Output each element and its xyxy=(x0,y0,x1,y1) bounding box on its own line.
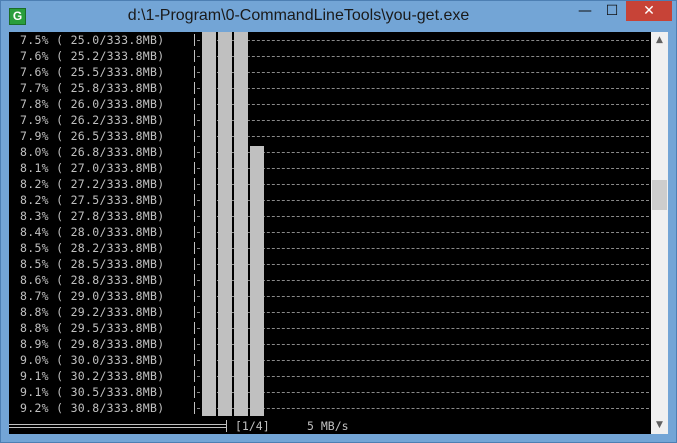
progress-bar-edge xyxy=(194,338,195,350)
progress-lines: 7.5% ( 25.0/333.8MB) 7.6% ( 25.2/333.8MB)… xyxy=(9,32,651,416)
download-speed: 5 MB/s xyxy=(307,419,349,433)
progress-bar-edge xyxy=(194,210,195,222)
progress-line: 7.8% ( 26.0/333.8MB) xyxy=(9,96,651,112)
progress-line: 8.4% ( 28.0/333.8MB) xyxy=(9,224,651,240)
progress-text: 8.2% ( 27.5/333.8MB) xyxy=(20,193,165,207)
title-bar[interactable]: G d:\1-Program\0-CommandLineTools\you-ge… xyxy=(1,1,676,32)
progress-bar-edge xyxy=(194,66,195,78)
progress-blocks xyxy=(202,32,282,416)
progress-text: 7.6% ( 25.5/333.8MB) xyxy=(20,65,165,79)
progress-line: 7.6% ( 25.5/333.8MB) xyxy=(9,64,651,80)
file-counter: [1/4] xyxy=(235,419,270,433)
progress-line: 9.2% ( 30.8/333.8MB) xyxy=(9,400,651,416)
progress-line: 8.3% ( 27.8/333.8MB) xyxy=(9,208,651,224)
progress-text: 7.9% ( 26.2/333.8MB) xyxy=(20,113,165,127)
progress-text: 8.1% ( 27.0/333.8MB) xyxy=(20,161,165,175)
status-tick xyxy=(226,420,227,432)
progress-text: 9.0% ( 30.0/333.8MB) xyxy=(20,353,165,367)
progress-text: 8.9% ( 29.8/333.8MB) xyxy=(20,337,165,351)
progress-text: 8.5% ( 28.2/333.8MB) xyxy=(20,241,165,255)
scroll-up-arrow-icon[interactable]: ▲ xyxy=(651,32,668,49)
progress-bar-edge xyxy=(194,242,195,254)
progress-bar-edge xyxy=(194,370,195,382)
status-line: [1/4] 5 MB/s xyxy=(9,418,651,434)
progress-text: 9.1% ( 30.2/333.8MB) xyxy=(20,369,165,383)
progress-bar-edge xyxy=(194,226,195,238)
progress-text: 8.8% ( 29.5/333.8MB) xyxy=(20,321,165,335)
close-button[interactable]: ✕ xyxy=(626,1,672,21)
app-icon[interactable]: G xyxy=(9,8,26,25)
scroll-down-arrow-icon[interactable]: ▼ xyxy=(651,417,668,434)
window-title: d:\1-Program\0-CommandLineTools\you-get.… xyxy=(127,7,470,24)
progress-line: 8.6% ( 28.8/333.8MB) xyxy=(9,272,651,288)
progress-line: 7.5% ( 25.0/333.8MB) xyxy=(9,32,651,48)
progress-bar-edge xyxy=(194,258,195,270)
progress-line: 8.5% ( 28.2/333.8MB) xyxy=(9,240,651,256)
console-window: G d:\1-Program\0-CommandLineTools\you-ge… xyxy=(0,0,677,443)
vertical-scrollbar[interactable]: ▲ ▼ xyxy=(651,32,668,434)
progress-bar-edge xyxy=(194,34,195,46)
progress-block xyxy=(218,32,232,416)
progress-bar-edge xyxy=(194,194,195,206)
progress-text: 9.1% ( 30.5/333.8MB) xyxy=(20,385,165,399)
progress-text: 7.9% ( 26.5/333.8MB) xyxy=(20,129,165,143)
progress-bar-edge xyxy=(194,50,195,62)
progress-line: 8.9% ( 29.8/333.8MB) xyxy=(9,336,651,352)
progress-line: 9.1% ( 30.2/333.8MB) xyxy=(9,368,651,384)
progress-text: 8.3% ( 27.8/333.8MB) xyxy=(20,209,165,223)
progress-text: 8.6% ( 28.8/333.8MB) xyxy=(20,273,165,287)
progress-block xyxy=(202,32,216,416)
progress-line: 8.2% ( 27.5/333.8MB) xyxy=(9,192,651,208)
progress-bar-edge xyxy=(194,130,195,142)
progress-text: 7.8% ( 26.0/333.8MB) xyxy=(20,97,165,111)
progress-bar-edge xyxy=(194,162,195,174)
progress-line: 8.0% ( 26.8/333.8MB) xyxy=(9,144,651,160)
progress-line: 7.9% ( 26.5/333.8MB) xyxy=(9,128,651,144)
progress-bar-edge xyxy=(194,82,195,94)
progress-line: 8.8% ( 29.5/333.8MB) xyxy=(9,320,651,336)
progress-text: 8.8% ( 29.2/333.8MB) xyxy=(20,305,165,319)
progress-line: 9.1% ( 30.5/333.8MB) xyxy=(9,384,651,400)
progress-text: 8.4% ( 28.0/333.8MB) xyxy=(20,225,165,239)
progress-bar-edge xyxy=(194,354,195,366)
progress-bar-edge xyxy=(194,290,195,302)
status-divider xyxy=(9,427,226,428)
progress-text: 7.5% ( 25.0/333.8MB) xyxy=(20,33,165,47)
progress-line: 9.0% ( 30.0/333.8MB) xyxy=(9,352,651,368)
scroll-thumb[interactable] xyxy=(652,180,667,210)
progress-block xyxy=(250,146,264,416)
maximize-button[interactable]: ☐ xyxy=(599,1,625,21)
progress-line: 8.1% ( 27.0/333.8MB) xyxy=(9,160,651,176)
minimize-button[interactable]: — xyxy=(571,1,599,21)
progress-bar-edge xyxy=(194,386,195,398)
progress-bar-edge xyxy=(194,274,195,286)
console-output[interactable]: 7.5% ( 25.0/333.8MB) 7.6% ( 25.2/333.8MB)… xyxy=(9,32,651,434)
progress-line: 8.2% ( 27.2/333.8MB) xyxy=(9,176,651,192)
progress-bar-edge xyxy=(194,322,195,334)
progress-block xyxy=(234,32,248,416)
progress-line: 7.6% ( 25.2/333.8MB) xyxy=(9,48,651,64)
progress-line: 8.8% ( 29.2/333.8MB) xyxy=(9,304,651,320)
progress-line: 8.7% ( 29.0/333.8MB) xyxy=(9,288,651,304)
progress-text: 8.0% ( 26.8/333.8MB) xyxy=(20,145,165,159)
progress-bar-edge xyxy=(194,114,195,126)
progress-text: 9.2% ( 30.8/333.8MB) xyxy=(20,401,165,415)
progress-text: 7.7% ( 25.8/333.8MB) xyxy=(20,81,165,95)
progress-bar-edge xyxy=(194,146,195,158)
progress-text: 7.6% ( 25.2/333.8MB) xyxy=(20,49,165,63)
progress-line: 8.5% ( 28.5/333.8MB) xyxy=(9,256,651,272)
progress-text: 8.7% ( 29.0/333.8MB) xyxy=(20,289,165,303)
status-divider xyxy=(9,424,226,425)
progress-text: 8.2% ( 27.2/333.8MB) xyxy=(20,177,165,191)
progress-line: 7.9% ( 26.2/333.8MB) xyxy=(9,112,651,128)
progress-text: 8.5% ( 28.5/333.8MB) xyxy=(20,257,165,271)
progress-line: 7.7% ( 25.8/333.8MB) xyxy=(9,80,651,96)
progress-bar-edge xyxy=(194,402,195,414)
progress-bar-edge xyxy=(194,306,195,318)
progress-bar-edge xyxy=(194,178,195,190)
progress-bar-edge xyxy=(194,98,195,110)
